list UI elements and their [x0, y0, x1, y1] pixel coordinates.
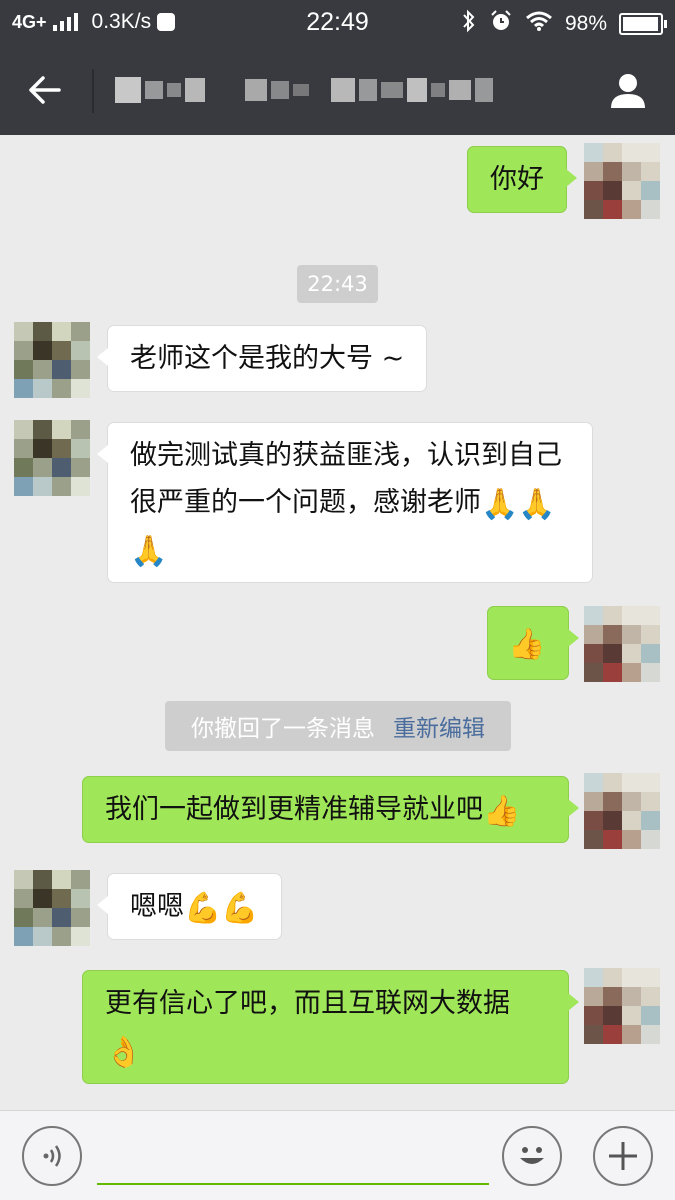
- message-text: 你好: [490, 164, 544, 195]
- smiley-icon: [520, 1147, 544, 1164]
- message-text: 老师这个是我的大号 ~: [130, 343, 405, 374]
- message-text: 更有信心了吧，而且互联网大数据: [105, 988, 510, 1019]
- plus-icon: [609, 1142, 637, 1170]
- bluetooth-icon: [461, 9, 477, 39]
- re-edit-link[interactable]: 重新编辑: [393, 709, 485, 743]
- emoji-button[interactable]: [502, 1126, 562, 1186]
- avatar-me[interactable]: [584, 968, 660, 1044]
- avatar-other[interactable]: [14, 870, 90, 946]
- message-bubble-sent[interactable]: 你好: [467, 146, 577, 213]
- avatar-me[interactable]: [584, 143, 660, 219]
- avatar-me[interactable]: [584, 773, 660, 849]
- message-bubble-sent[interactable]: 我们一起做到更精准辅导就业吧👍: [82, 776, 579, 843]
- chat-title-pixelated: [115, 70, 555, 110]
- more-button[interactable]: [593, 1126, 653, 1186]
- battery-percent: 98%: [564, 12, 607, 35]
- arrow-left-icon: [29, 76, 61, 104]
- voice-icon: [43, 1145, 61, 1167]
- status-bar: 4G+ 0.3K/s 22:49 98%: [0, 0, 675, 45]
- chat-info-button[interactable]: [605, 67, 651, 113]
- message-input[interactable]: [97, 1129, 489, 1185]
- thumbs-up-emoji: 👍: [483, 794, 521, 829]
- ok-hand-emoji: 👌: [105, 1035, 143, 1070]
- recall-notice: 你撤回了一条消息 重新编辑: [165, 701, 511, 751]
- battery-icon: [619, 13, 667, 35]
- avatar-me[interactable]: [584, 606, 660, 682]
- person-icon: [611, 74, 645, 108]
- message-bubble-received[interactable]: 做完测试真的获益匪浅，认识到自己很严重的一个问题，感谢老师🙏🙏🙏: [97, 422, 593, 583]
- avatar-other[interactable]: [14, 322, 90, 398]
- message-text: 我们一起做到更精准辅导就业吧: [105, 794, 483, 825]
- message-bubble-received[interactable]: 老师这个是我的大号 ~: [96, 325, 428, 392]
- avatar-other[interactable]: [14, 420, 90, 496]
- wifi-icon: [525, 10, 553, 38]
- back-button[interactable]: [22, 67, 68, 113]
- status-right: 98%: [461, 9, 667, 39]
- timestamp: 22:43: [297, 265, 378, 303]
- message-text: 嗯嗯: [130, 891, 184, 922]
- message-bubble-received[interactable]: 嗯嗯💪💪: [97, 873, 282, 940]
- header-divider: [92, 69, 94, 113]
- recall-text: 你撤回了一条消息: [191, 716, 375, 742]
- thumbs-up-emoji: 👍: [508, 627, 546, 662]
- message-bubble-sent[interactable]: 更有信心了吧，而且互联网大数据 👌: [82, 970, 579, 1084]
- flexed-biceps-emoji: 💪💪: [184, 891, 259, 926]
- input-bar: [0, 1110, 675, 1200]
- voice-button[interactable]: [22, 1126, 82, 1186]
- chat-header: [0, 45, 675, 135]
- alarm-icon: [489, 9, 513, 39]
- message-bubble-sent[interactable]: 👍: [487, 606, 579, 680]
- chat-area[interactable]: 你好 22:43 老师这个是我的大号 ~ 做完测试真的获益匪浅，认识到自己很严重…: [0, 135, 675, 1110]
